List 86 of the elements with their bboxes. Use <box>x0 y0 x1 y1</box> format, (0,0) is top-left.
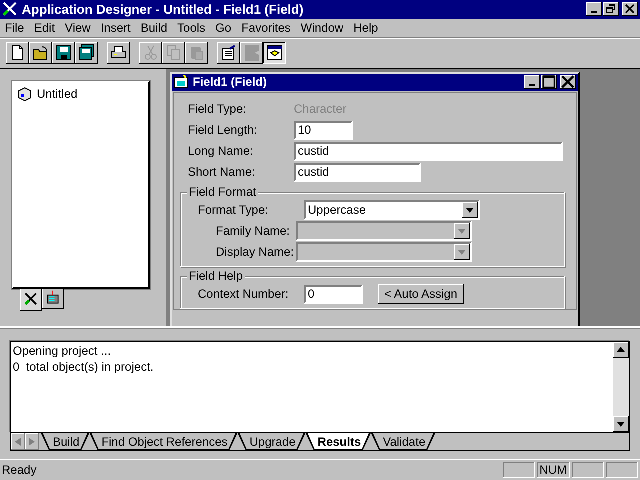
down-arrow-icon <box>617 422 625 427</box>
menu-item[interactable]: Go <box>210 20 237 35</box>
field-label: Field Length: <box>188 123 258 138</box>
scrollbar[interactable] <box>613 342 629 432</box>
save-button[interactable] <box>52 42 75 64</box>
scroll-up-button[interactable] <box>613 342 629 358</box>
text-field[interactable]: custid <box>294 142 563 161</box>
properties-button[interactable] <box>217 42 240 64</box>
floppy-disks-icon <box>78 44 96 62</box>
tools-icon <box>23 291 39 308</box>
maximize-icon <box>542 75 556 90</box>
output-tab[interactable]: Results <box>306 433 372 450</box>
status-indicator: NUM <box>536 462 570 478</box>
new-button[interactable] <box>6 42 29 64</box>
menu-item[interactable]: Favorites <box>236 20 296 35</box>
save-all-button[interactable] <box>75 42 98 64</box>
restore-icon <box>606 4 616 14</box>
output-tab[interactable]: Build <box>41 433 90 450</box>
menu-item[interactable]: File <box>0 20 30 35</box>
output-tab[interactable]: Validate <box>371 433 436 450</box>
object-icon <box>242 44 260 62</box>
folder-icon <box>32 44 50 62</box>
right-arrow-icon <box>29 438 35 446</box>
menu-item[interactable]: Build <box>136 20 173 35</box>
document-stack-icon <box>45 290 61 306</box>
text-field[interactable]: custid <box>294 162 421 182</box>
menu-item[interactable]: Window <box>296 20 349 35</box>
group-title: Field Help <box>187 268 246 283</box>
field-label: Family Name: <box>215 224 292 238</box>
field-label: Display Name: <box>215 245 296 260</box>
minimize-button[interactable] <box>524 75 540 90</box>
project-icon <box>17 86 33 102</box>
text-field[interactable]: 10 <box>294 120 353 140</box>
close-icon <box>561 75 575 90</box>
field-label: Format Type: <box>198 203 270 218</box>
minimize-icon <box>591 11 597 14</box>
log-line: Opening project ... <box>13 344 112 360</box>
minimize-button[interactable] <box>586 2 602 16</box>
field-label: Short Name: <box>188 165 256 180</box>
maximize-button[interactable] <box>541 75 557 90</box>
development-tab[interactable] <box>20 288 42 311</box>
menu-item[interactable]: Tools <box>172 20 211 35</box>
down-arrow-icon <box>458 228 466 234</box>
workspace-button[interactable] <box>263 42 286 64</box>
close-button[interactable] <box>560 75 576 90</box>
properties-icon <box>220 44 238 62</box>
up-arrow-icon <box>617 347 625 352</box>
menu-item[interactable]: View <box>60 20 96 35</box>
down-arrow-icon <box>458 250 466 255</box>
output-tab[interactable]: Upgrade <box>238 433 306 450</box>
print-button[interactable] <box>107 42 130 64</box>
field-value: Character <box>294 102 347 116</box>
scroll-down-button[interactable] <box>613 416 629 432</box>
window-title: Field1 (Field) <box>193 75 268 90</box>
left-arrow-icon <box>15 438 21 446</box>
status-pane <box>502 462 535 478</box>
open-button[interactable] <box>29 42 52 64</box>
status-pane <box>572 462 604 478</box>
text-field[interactable]: 0 <box>304 284 363 304</box>
down-arrow-icon <box>466 208 474 213</box>
documents-icon <box>164 44 182 62</box>
scroll-left-button[interactable] <box>11 433 25 450</box>
dropdown-button[interactable] <box>462 202 478 218</box>
minimize-icon <box>529 84 535 86</box>
menu-item[interactable]: Insert <box>96 20 136 35</box>
close-icon <box>625 4 635 14</box>
dropdown-field[interactable]: Uppercase <box>304 200 480 220</box>
menu-item[interactable]: Help <box>348 20 384 35</box>
group-title: Field Format <box>187 184 258 199</box>
upgrade-tab[interactable] <box>42 288 64 309</box>
tools-icon <box>2 1 18 18</box>
menu-item[interactable]: Edit <box>29 20 60 35</box>
status-pane <box>606 462 638 478</box>
tree-item[interactable]: Untitled <box>37 86 78 101</box>
field-label: Context Number: <box>198 287 290 302</box>
restore-button[interactable] <box>603 2 619 16</box>
scroll-right-button[interactable] <box>25 433 39 450</box>
field-label: Field Type: <box>188 102 248 116</box>
log-line: 0 total object(s) in project. <box>13 360 155 376</box>
auto-assign-button[interactable]: < Auto Assign <box>378 284 464 304</box>
window-title: Application Designer - Untitled - Field1 (Field) <box>22 2 305 17</box>
output-tab[interactable]: Find Object References <box>90 433 238 450</box>
window-icon <box>266 44 284 62</box>
field-icon <box>174 75 190 90</box>
status-text: Ready <box>2 463 38 478</box>
field-label: Long Name: <box>188 144 254 158</box>
